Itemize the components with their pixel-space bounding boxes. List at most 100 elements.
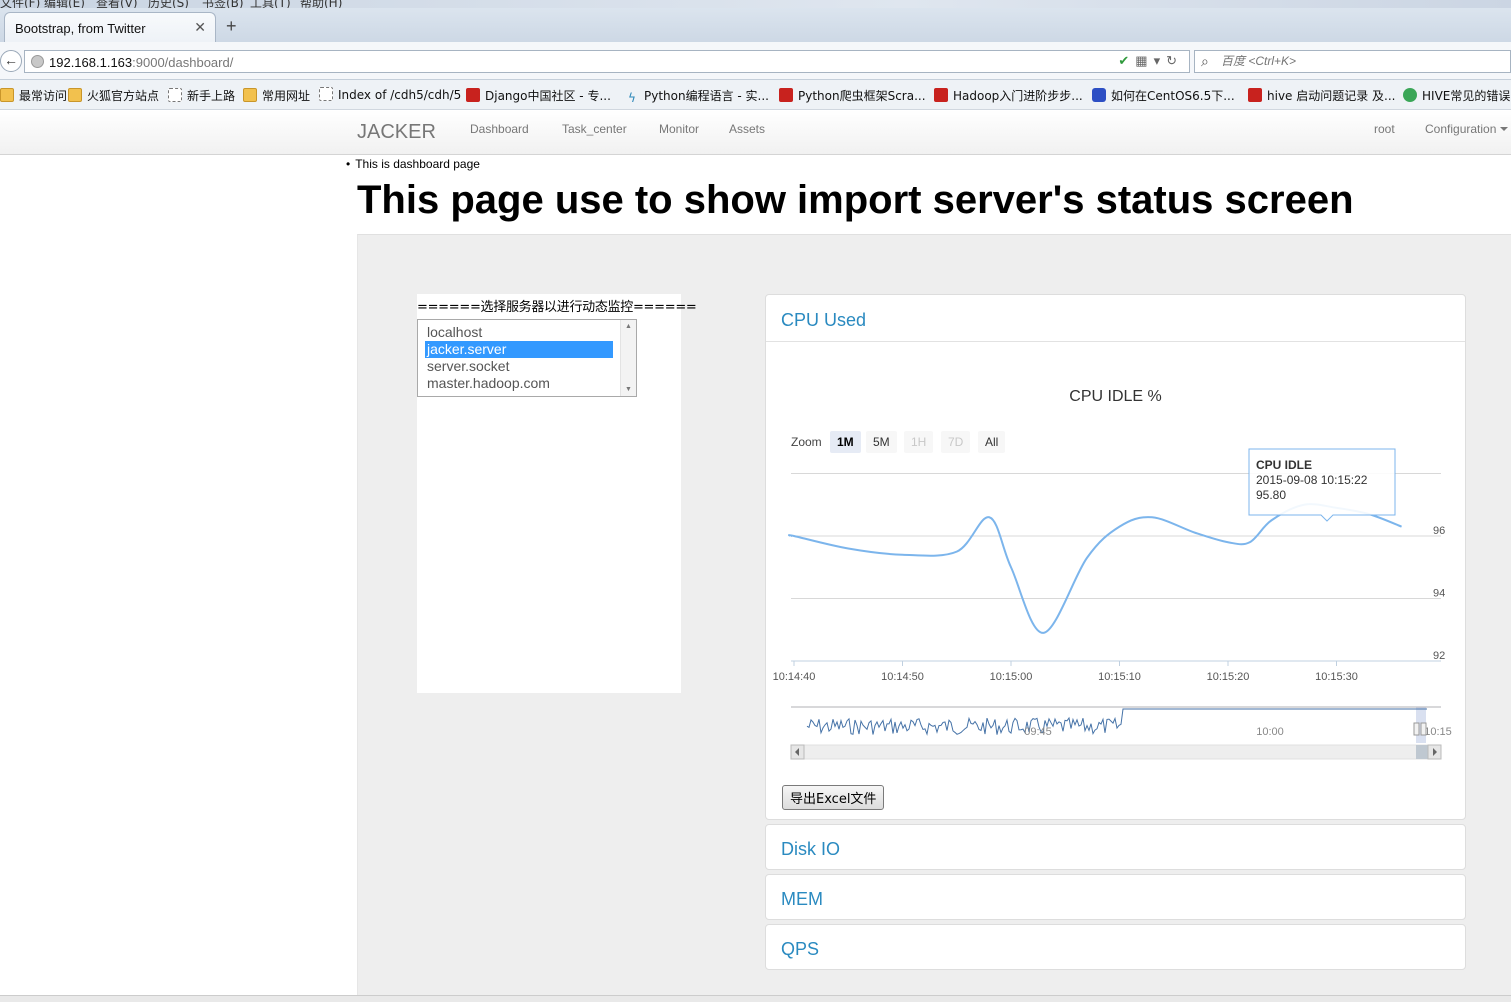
qr-icon[interactable]: ▦ xyxy=(1135,53,1153,68)
scroll-up-icon[interactable]: ▲ xyxy=(625,323,632,330)
close-tab-icon[interactable]: ✕ xyxy=(194,19,206,36)
nav-user[interactable]: root xyxy=(1374,122,1395,136)
mem-panel-title[interactable]: MEM xyxy=(781,889,823,910)
bookmark-item[interactable]: 如何在CentOS6.5下... xyxy=(1092,87,1235,104)
bookmark-icon xyxy=(466,88,480,102)
cpu-idle-chart[interactable]: 92 94 96 10:14:40 10:14:50 10:15:00 10:15:10 10… xyxy=(766,445,1465,765)
nav-dashboard[interactable]: Dashboard xyxy=(470,122,529,136)
bookmark-label: hive 启动问题记录 及... xyxy=(1267,89,1396,103)
search-icon: ⌕ xyxy=(1201,53,1209,69)
menu-item[interactable]: 查看(V) xyxy=(96,0,138,8)
bookmark-item[interactable]: 常用网址 xyxy=(243,87,310,104)
bookmark-icon xyxy=(319,87,333,101)
nav-monitor[interactable]: Monitor xyxy=(659,122,699,136)
bookmark-label: Python爬虫框架Scra... xyxy=(798,89,926,103)
x-tick-label: 10:14:50 xyxy=(881,671,924,683)
cpu-panel-title[interactable]: CPU Used xyxy=(781,310,866,331)
navigator-handle-left xyxy=(1413,722,1420,736)
bookmark-label: 如何在CentOS6.5下... xyxy=(1111,89,1235,103)
x-tick-label: 10:14:40 xyxy=(773,671,816,683)
bookmark-item[interactable]: ϟ Python编程语言 - 实... xyxy=(625,87,769,105)
bookmarks-bar: 最常访问 火狐官方站点 新手上路 常用网址 Index of /cdh5/cdh/5 Dj… xyxy=(0,80,1511,110)
y-tick-label: 94 xyxy=(1433,588,1445,600)
bookmark-item[interactable]: 最常访问 xyxy=(0,87,67,104)
bookmark-item[interactable]: Index of /cdh5/cdh/5 xyxy=(319,87,461,102)
browser-menubar: 文件(F) 编辑(E) 查看(V) 历史(S) 书签(B) 工具(T) 帮助(H) xyxy=(0,0,1511,8)
bookmark-item[interactable]: 火狐官方站点 xyxy=(68,87,159,104)
bookmark-item[interactable]: Hadoop入门进阶步步... xyxy=(934,87,1083,104)
bookmark-label: Hadoop入门进阶步步... xyxy=(953,89,1083,103)
shield-icon[interactable]: ✔ xyxy=(1118,53,1135,68)
bookmark-label: Django中国社区 - 专... xyxy=(485,89,611,103)
browser-tab[interactable]: Bootstrap, from Twitter ✕ xyxy=(4,12,216,42)
chart-tooltip: CPU IDLE2015-09-08 10:15:2295.80 xyxy=(1248,448,1396,522)
server-option-master-hadoop[interactable]: master.hadoop.com xyxy=(425,375,613,392)
navigator-scrollbar-track xyxy=(790,744,1442,760)
bottom-status-bar xyxy=(0,995,1511,1002)
navigator-tick-label: 09:45 xyxy=(1024,726,1052,738)
search-box[interactable]: ⌕ xyxy=(1194,50,1511,73)
tooltip-time: 2015-09-08 10:15:22 xyxy=(1256,473,1368,487)
nav-assets[interactable]: Assets xyxy=(729,122,765,136)
address-bar-icons: ✔▦▾↻ xyxy=(1118,53,1183,69)
menu-item[interactable]: 历史(S) xyxy=(148,0,189,8)
bookmark-icon xyxy=(1092,88,1106,102)
scroll-down-icon[interactable]: ▼ xyxy=(625,386,632,393)
bookmark-label: 常用网址 xyxy=(262,89,311,103)
reload-icon[interactable]: ↻ xyxy=(1166,53,1183,68)
bookmark-item[interactable]: 新手上路 xyxy=(168,87,235,104)
x-tick-label: 10:15:20 xyxy=(1207,671,1250,683)
export-excel-button[interactable]: 导出Excel文件 xyxy=(782,785,885,810)
chart-title: CPU IDLE % xyxy=(1069,388,1162,405)
disk-io-panel-title[interactable]: Disk IO xyxy=(781,839,840,860)
qps-panel-title[interactable]: QPS xyxy=(781,939,819,960)
bookmark-icon xyxy=(779,88,793,102)
brand-logo[interactable]: JACKER xyxy=(357,121,436,144)
url-host: 192.168.1.163 xyxy=(49,55,133,70)
server-selector: ======选择服务器以进行动态监控====== localhost jacke… xyxy=(417,294,697,693)
nav-task-center[interactable]: Task_center xyxy=(562,122,627,136)
nav-configuration[interactable]: Configuration xyxy=(1425,122,1509,136)
bookmark-item[interactable]: hive 启动问题记录 及... xyxy=(1248,87,1396,104)
page-subtitle: This is dashboard page xyxy=(346,157,480,171)
cpu-idle-series-line xyxy=(787,503,1402,634)
bookmark-item[interactable]: Python爬虫框架Scra... xyxy=(779,87,926,104)
tab-title: Bootstrap, from Twitter xyxy=(15,21,146,36)
panel-divider xyxy=(766,341,1465,342)
folder-icon xyxy=(0,88,14,102)
bookmark-item[interactable]: Django中国社区 - 专... xyxy=(466,87,611,104)
bookmark-icon xyxy=(1403,88,1417,102)
menu-item[interactable]: 编辑(E) xyxy=(44,0,85,8)
x-tick-label: 10:15:10 xyxy=(1098,671,1141,683)
navigator-tick-label: 10:15 xyxy=(1424,726,1452,738)
url-text[interactable]: 192.168.1.163:9000/dashboard/ xyxy=(49,55,233,70)
bookmark-label: Index of /cdh5/cdh/5 xyxy=(338,88,462,102)
server-listbox[interactable]: localhost jacker.server server.socket ma… xyxy=(417,319,637,397)
menu-item[interactable]: 帮助(H) xyxy=(300,0,342,8)
new-tab-icon[interactable]: + xyxy=(226,17,237,35)
search-input[interactable] xyxy=(1221,54,1501,68)
app-navbar: JACKER Dashboard Task_center Monitor Ass… xyxy=(0,110,1511,155)
menu-item[interactable]: 书签(B) xyxy=(202,0,244,8)
back-arrow-icon[interactable]: ← xyxy=(0,50,22,72)
mem-panel: MEM xyxy=(765,874,1466,920)
server-option-localhost[interactable]: localhost xyxy=(425,324,613,341)
bookmark-label: HIVE常见的错误 xyxy=(1422,89,1511,103)
configuration-label: Configuration xyxy=(1425,122,1497,136)
menu-item[interactable]: 文件(F) xyxy=(0,0,40,8)
dropdown-icon[interactable]: ▾ xyxy=(1154,53,1167,68)
y-tick-label: 92 xyxy=(1433,650,1445,662)
globe-icon xyxy=(31,55,44,68)
disk-io-panel: Disk IO xyxy=(765,824,1466,870)
address-bar[interactable]: 192.168.1.163:9000/dashboard/ ✔▦▾↻ xyxy=(24,50,1190,73)
qps-panel: QPS xyxy=(765,924,1466,970)
listbox-scrollbar[interactable]: ▲ ▼ xyxy=(620,320,636,396)
server-option-server-socket[interactable]: server.socket xyxy=(425,358,613,375)
bookmark-label: Python编程语言 - 实... xyxy=(644,89,769,103)
menu-item[interactable]: 工具(T) xyxy=(250,0,291,8)
server-option-jacker-server[interactable]: jacker.server xyxy=(425,341,613,358)
bookmark-item[interactable]: HIVE常见的错误 xyxy=(1403,87,1510,104)
folder-icon xyxy=(68,88,82,102)
x-tick-label: 10:15:00 xyxy=(990,671,1033,683)
bookmark-label: 最常访问 xyxy=(19,89,68,103)
